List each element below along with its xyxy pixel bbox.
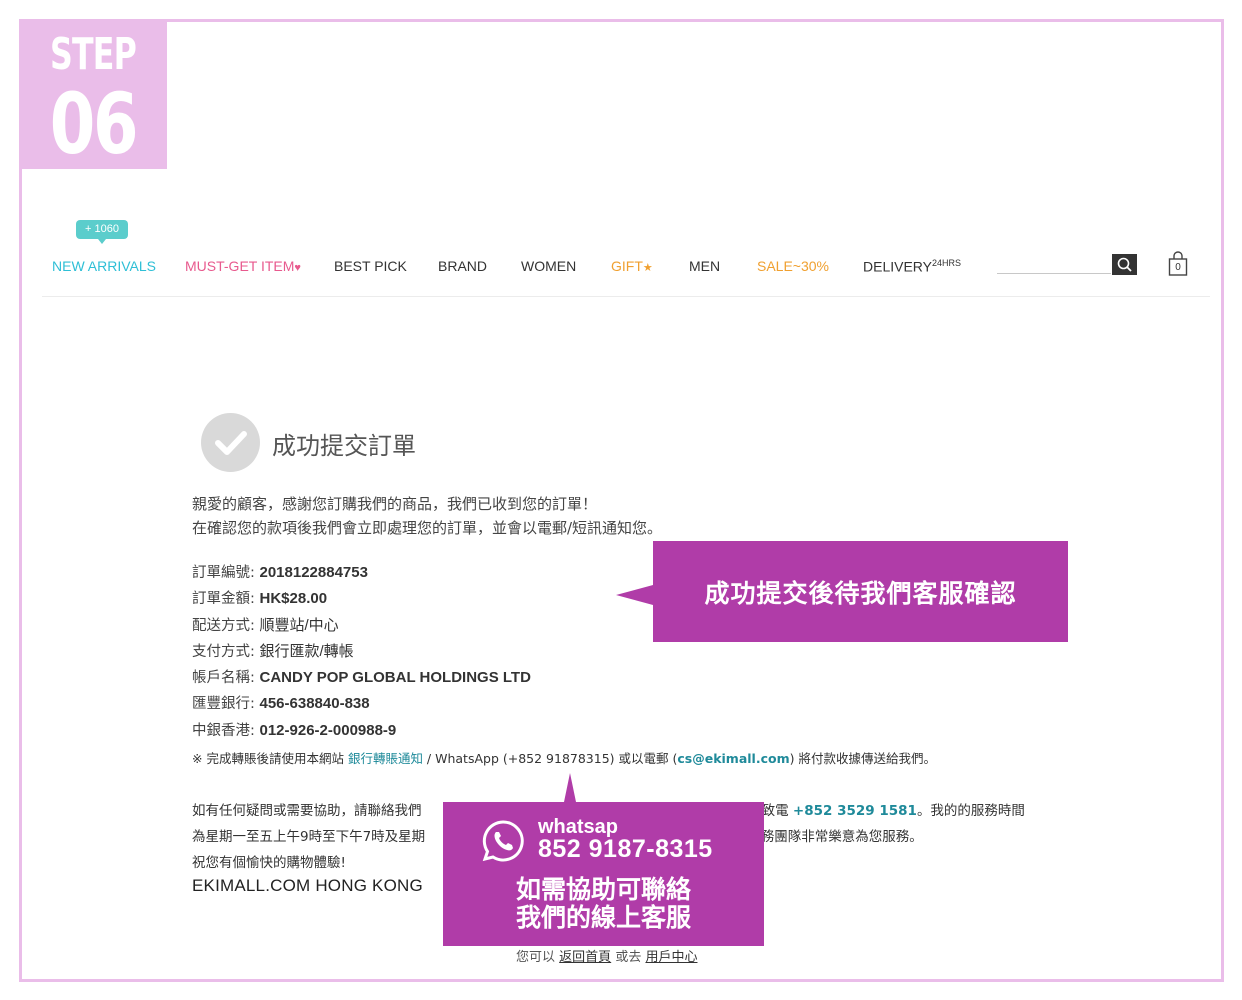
- account-center-link[interactable]: 用戶中心: [645, 950, 697, 965]
- detail-value: HK$28.00: [259, 590, 328, 608]
- home-link[interactable]: 返回首頁: [559, 950, 611, 965]
- order-intro: 親愛的顧客，感謝您訂購我們的商品，我們已收到您的訂單！ 在確認您的款項後我們會立…: [192, 492, 662, 540]
- step-number: 06: [49, 75, 139, 173]
- cart-count: 0: [1175, 262, 1181, 273]
- step-label: STEP 06: [19, 19, 167, 173]
- confirm-callout-text: 成功提交後待我們客服確認: [704, 579, 1017, 608]
- detail-label: 匯豐銀行:: [192, 696, 255, 713]
- nav-new-arrivals[interactable]: NEW ARRIVALS: [52, 258, 156, 274]
- detail-value: 012-926-2-000988-9: [259, 721, 397, 739]
- nav-brand[interactable]: BRAND: [438, 258, 487, 274]
- nav-new-arrivals-label: NEW ARRIVALS: [52, 258, 156, 274]
- footer-prefix: 您可以: [516, 950, 556, 965]
- detail-value: CANDY POP GLOBAL HOLDINGS LTD: [259, 669, 531, 687]
- detail-boc-account: 中銀香港: 012-926-2-000988-9: [192, 718, 531, 744]
- note-middle: / WhatsApp (+852 91878315) 或以電郵 (: [422, 751, 678, 766]
- shopping-bag-button[interactable]: 0: [1167, 251, 1189, 277]
- order-details: 訂單編號: 2018122884753 訂單金額: HK$28.00 配送方式:…: [192, 560, 531, 744]
- detail-label: 支付方式:: [192, 643, 255, 660]
- whatsapp-number: 852 9187-8315: [538, 835, 713, 863]
- detail-label: 配送方式:: [192, 617, 255, 634]
- step-word: STEP: [49, 29, 137, 80]
- heart-icon: ♥: [294, 262, 301, 274]
- detail-account-name: 帳戶名稱: CANDY POP GLOBAL HOLDINGS LTD: [192, 665, 531, 691]
- phone-link[interactable]: +852 3529 1581: [793, 803, 917, 819]
- confirm-callout: 成功提交後待我們客服確認: [616, 541, 1068, 642]
- nav-best-pick[interactable]: BEST PICK: [334, 258, 407, 274]
- footer-or: 或去: [615, 950, 642, 965]
- help-line-1-start: 如有任何疑問或需要協助，請聯絡我們: [192, 803, 422, 819]
- detail-hsbc-account: 匯豐銀行: 456-638840-838: [192, 691, 531, 717]
- note-suffix: ) 將付款收據傳送給我們。: [789, 751, 936, 766]
- whatsapp-callout-line-2: 我們的線上客服: [515, 903, 691, 932]
- detail-label: 訂單編號:: [192, 565, 255, 581]
- nav-must-get-item-label: MUST-GET ITEM: [185, 258, 295, 274]
- intro-line-1: 親愛的顧客，感謝您訂購我們的商品，我們已收到您的訂單！: [192, 495, 598, 513]
- nav-sale[interactable]: SALE~30%: [757, 258, 829, 274]
- detail-order-number: 訂單編號: 2018122884753: [192, 560, 531, 586]
- search-button[interactable]: [1112, 254, 1137, 275]
- new-arrivals-count-badge: + 1060: [76, 220, 128, 244]
- intro-line-2: 在確認您的款項後我們會立即處理您的訂單，並會以電郵/短訊通知您。: [192, 519, 663, 537]
- nav-delivery-sup: 24HRS: [932, 258, 962, 268]
- success-title: 成功提交訂單: [272, 432, 416, 460]
- checkmark-icon: [201, 413, 260, 472]
- detail-value: 順豐站/中心: [259, 616, 339, 634]
- detail-payment-method: 支付方式: 銀行匯款/轉帳: [192, 639, 531, 665]
- detail-value: 銀行匯款/轉帳: [259, 642, 354, 660]
- whatsapp-callout-line-1: 如需協助可聯絡: [515, 875, 691, 904]
- nav-women[interactable]: WOMEN: [521, 258, 576, 274]
- detail-value: 2018122884753: [259, 564, 368, 581]
- detail-value: 456-638840-838: [259, 695, 370, 713]
- detail-label: 中銀香港:: [192, 722, 255, 739]
- nav-delivery[interactable]: DELIVERY24HRS: [863, 258, 961, 275]
- whatsapp-callout: whatsap 852 9187-8315 如需協助可聯絡 我們的線上客服: [443, 773, 764, 946]
- detail-label: 訂單金額:: [192, 591, 255, 608]
- email-link[interactable]: cs@ekimall.com: [677, 751, 789, 766]
- nav-gift-label: GIFT: [611, 258, 643, 274]
- signature: EKIMALL.COM HONG KONG: [192, 876, 423, 895]
- footer-links: 您可以 返回首頁 或去 用戶中心: [516, 946, 697, 965]
- whatsapp-icon: [482, 820, 524, 862]
- search-input[interactable]: [997, 255, 1111, 274]
- nav-must-get-item[interactable]: MUST-GET ITEM♥: [185, 258, 301, 274]
- help-line-1-end: 。我的的服務時間: [916, 803, 1025, 819]
- bank-transfer-notice-link[interactable]: 銀行轉賬通知: [348, 751, 423, 766]
- detail-order-amount: 訂單金額: HK$28.00: [192, 586, 531, 612]
- nav-men[interactable]: MEN: [689, 258, 720, 274]
- help-line-2-start: 為星期一至五上午9時至下午7時及星期: [192, 829, 426, 845]
- transfer-note: ※ 完成轉賬後請使用本網站 銀行轉賬通知 / WhatsApp (+852 91…: [192, 748, 936, 767]
- star-icon: ★: [642, 262, 653, 274]
- detail-label: 帳戶名稱:: [192, 670, 255, 687]
- search-icon: [1117, 257, 1132, 272]
- whatsapp-callout-text: 如需協助可聯絡 我們的線上客服: [443, 876, 764, 932]
- note-prefix: ※ 完成轉賬後請使用本網站: [192, 751, 344, 766]
- nav-delivery-label: DELIVERY: [863, 258, 932, 275]
- nav-gift[interactable]: GIFT★: [611, 258, 653, 274]
- detail-delivery-method: 配送方式: 順豐站/中心: [192, 613, 531, 639]
